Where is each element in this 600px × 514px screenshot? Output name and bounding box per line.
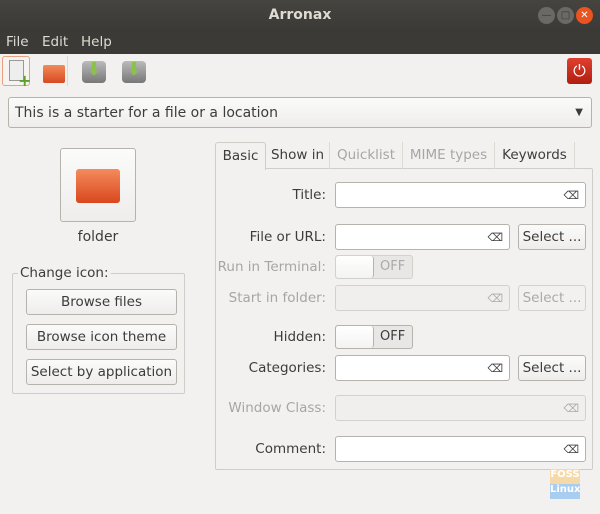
title-label: Title: xyxy=(292,187,326,203)
menu-edit[interactable]: Edit xyxy=(42,34,68,50)
icon-preview-button[interactable] xyxy=(60,148,136,222)
window-class-label: Window Class: xyxy=(228,400,326,416)
comment-input[interactable]: ⌫ xyxy=(335,436,586,462)
start-folder-input[interactable]: ⌫ xyxy=(335,285,510,311)
icon-label: folder xyxy=(77,229,119,245)
hidden-label: Hidden: xyxy=(273,329,326,345)
hidden-switch[interactable]: OFF xyxy=(335,325,413,349)
browse-files-button[interactable]: Browse files xyxy=(26,289,177,315)
clear-icon[interactable]: ⌫ xyxy=(487,362,503,375)
watermark-logo: FOSS Linux xyxy=(550,469,581,499)
run-in-terminal-label: Run in Terminal: xyxy=(217,259,326,275)
tab-show-in[interactable]: Show in xyxy=(266,142,330,169)
menu-help[interactable]: Help xyxy=(81,34,112,50)
quit-power-icon: ⏻ xyxy=(573,61,586,80)
clear-icon[interactable]: ⌫ xyxy=(563,189,579,202)
clear-icon[interactable]: ⌫ xyxy=(487,292,503,305)
browse-icon-theme-button[interactable]: Browse icon theme xyxy=(26,324,177,350)
tab-mime-types[interactable]: MIME types xyxy=(403,142,495,169)
change-icon-title: Change icon: xyxy=(18,265,111,281)
quit-button[interactable]: ⏻ xyxy=(567,58,592,84)
select-file-button[interactable]: Select ... xyxy=(518,224,586,250)
tab-quicklist[interactable]: Quicklist xyxy=(330,142,403,169)
categories-input[interactable]: ⌫ xyxy=(335,355,510,381)
menu-bar: File Edit Help xyxy=(0,31,600,54)
save-button[interactable]: ⬇ xyxy=(80,56,108,86)
save-icon: ⬇ xyxy=(82,61,106,83)
minimize-button[interactable]: — xyxy=(538,7,555,24)
starter-value: This is a starter for a file or a locati… xyxy=(15,105,278,121)
select-by-application-button[interactable]: Select by application xyxy=(26,359,177,385)
tab-keywords[interactable]: Keywords xyxy=(495,142,575,169)
new-file-button[interactable]: + xyxy=(2,56,31,90)
open-button[interactable] xyxy=(40,56,68,86)
select-categories-button[interactable]: Select ... xyxy=(518,355,586,381)
file-url-label: File or URL: xyxy=(249,229,326,245)
clear-icon[interactable]: ⌫ xyxy=(563,402,579,415)
tab-basic[interactable]: Basic xyxy=(215,142,266,170)
title-bar: Arronax xyxy=(0,0,600,31)
file-url-input[interactable]: ⌫ xyxy=(335,224,510,250)
save-as-icon: ⬇ xyxy=(122,61,146,83)
categories-label: Categories: xyxy=(248,360,326,376)
comment-label: Comment: xyxy=(255,441,326,457)
start-folder-label: Start in folder: xyxy=(228,290,326,306)
close-button[interactable]: ✕ xyxy=(576,7,593,24)
notebook-panel xyxy=(215,168,593,470)
title-input[interactable]: ⌫ xyxy=(335,182,586,208)
open-folder-icon xyxy=(43,65,65,83)
maximize-button[interactable]: □ xyxy=(557,7,574,24)
window-title: Arronax xyxy=(268,7,332,23)
menu-file[interactable]: File xyxy=(6,34,29,50)
starter-combobox[interactable]: This is a starter for a file or a locati… xyxy=(8,97,592,128)
save-as-button[interactable]: ⬇ xyxy=(120,56,148,86)
clear-icon[interactable]: ⌫ xyxy=(563,443,579,456)
window-class-input[interactable]: ⌫ xyxy=(335,395,586,421)
select-folder-button[interactable]: Select ... xyxy=(518,285,586,311)
run-in-terminal-switch[interactable]: OFF xyxy=(335,255,413,279)
clear-icon[interactable]: ⌫ xyxy=(487,231,503,244)
chevron-down-icon: ▼ xyxy=(575,107,583,118)
folder-icon xyxy=(76,169,120,203)
